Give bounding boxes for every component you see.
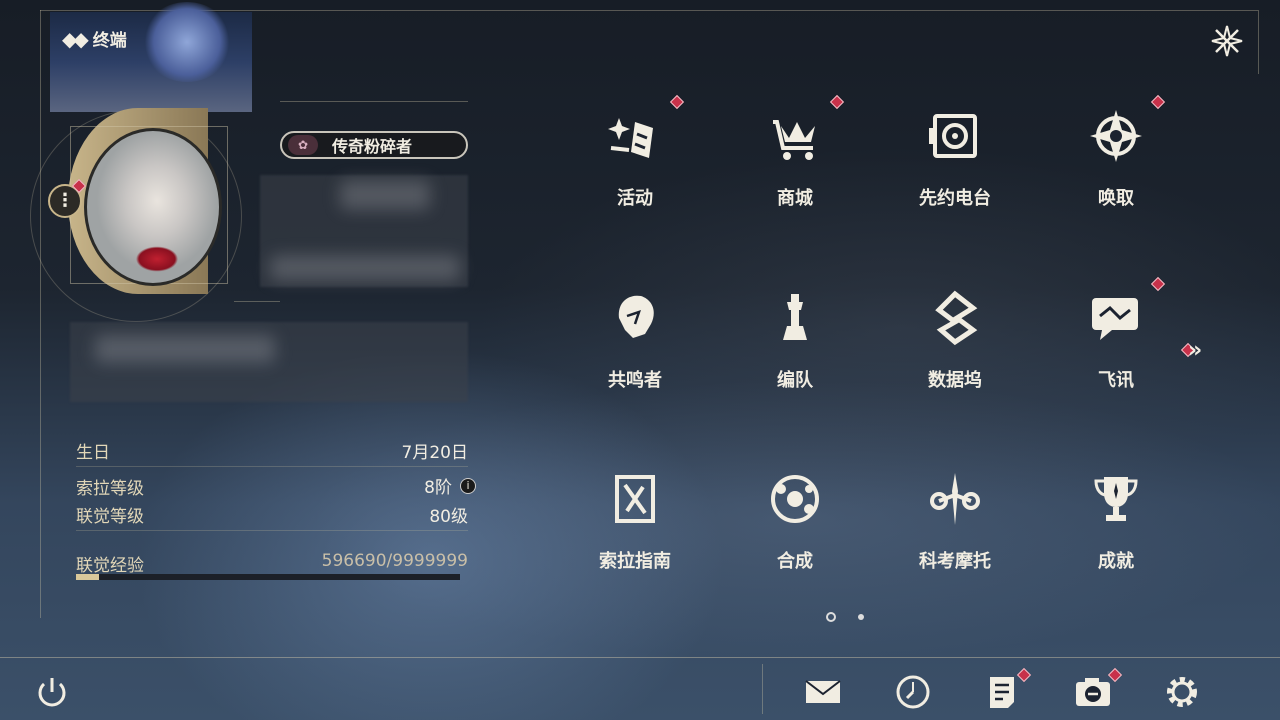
double-chevron-right-icon[interactable]: » bbox=[1188, 338, 1202, 363]
menu-item-9[interactable]: 索拉指南 bbox=[575, 471, 695, 611]
signature-blur bbox=[95, 335, 275, 363]
info-icon[interactable]: i bbox=[460, 477, 476, 494]
chat-bubble-icon bbox=[1092, 298, 1138, 340]
menu-item-label: 数据坞 bbox=[928, 370, 982, 391]
motorbike-icon bbox=[930, 473, 980, 525]
avatar[interactable] bbox=[84, 128, 222, 286]
menu-item-label: 科考摩托 bbox=[919, 551, 991, 572]
power-icon[interactable] bbox=[32, 672, 72, 712]
menu-item-label: 索拉指南 bbox=[599, 551, 671, 572]
union-level-label: 联觉等级 bbox=[76, 507, 144, 527]
frame-top-right-line bbox=[1258, 10, 1259, 74]
diamond-cluster-icon: ◆◆ bbox=[62, 26, 89, 51]
union-exp-bar-fill bbox=[76, 574, 100, 580]
menu-item-label: 编队 bbox=[777, 370, 813, 391]
sola-level-label: 索拉等级 bbox=[76, 479, 144, 499]
menu-item-6[interactable]: 编队 bbox=[735, 290, 855, 430]
crown-cart-icon bbox=[773, 120, 815, 160]
stats-divider bbox=[76, 466, 468, 467]
title-emblem-icon: ✿ bbox=[288, 135, 318, 155]
menu-item-11[interactable]: 科考摩托 bbox=[895, 471, 1015, 611]
trophy-icon bbox=[1094, 477, 1138, 521]
page-indicator bbox=[826, 612, 864, 622]
menu-item-3[interactable]: 先约电台 bbox=[895, 108, 1015, 248]
character-head-icon bbox=[618, 295, 654, 338]
chess-pieces-icon bbox=[783, 294, 807, 340]
menu-item-badge bbox=[1150, 276, 1166, 292]
data-dock-icon bbox=[935, 290, 978, 346]
camera-icon[interactable] bbox=[1073, 672, 1113, 712]
page-dot-2[interactable] bbox=[858, 614, 864, 620]
frame-left-line bbox=[40, 10, 41, 618]
union-level-value: 80级 bbox=[429, 507, 468, 527]
frame-top-line bbox=[40, 10, 1258, 11]
synthesis-icon bbox=[771, 475, 819, 523]
frame-avatar-divider bbox=[234, 301, 280, 302]
menu-item-4[interactable]: 唤取 bbox=[1056, 94, 1176, 248]
bottom-bar-divider bbox=[762, 664, 763, 714]
title-badge[interactable]: ✿ 传奇粉碎者 bbox=[280, 131, 468, 159]
birthday-label: 生日 bbox=[76, 443, 110, 463]
clock-icon[interactable] bbox=[893, 672, 933, 712]
menu-item-badge bbox=[669, 94, 685, 110]
menu-item-5[interactable]: 共鸣者 bbox=[575, 290, 695, 430]
menu-item-label: 商城 bbox=[777, 188, 813, 209]
radio-icon bbox=[929, 114, 977, 158]
menu-item-8[interactable]: 飞讯 bbox=[1056, 276, 1176, 430]
close-icon[interactable] bbox=[1208, 22, 1246, 60]
menu-item-label: 共鸣者 bbox=[608, 370, 662, 391]
guide-book-icon bbox=[615, 475, 655, 523]
menu-item-1[interactable]: 活动 bbox=[575, 94, 695, 248]
union-exp-label: 联觉经验 bbox=[76, 556, 144, 576]
sola-level-value: 8阶 bbox=[424, 478, 452, 498]
menu-item-label: 成就 bbox=[1098, 551, 1134, 572]
settings-icon[interactable] bbox=[1162, 672, 1202, 712]
sola-level-row-value: 8阶 i bbox=[424, 473, 476, 498]
compass-star-icon bbox=[1090, 110, 1142, 162]
menu-item-label: 飞讯 bbox=[1098, 370, 1134, 391]
notice-icon[interactable] bbox=[982, 672, 1022, 712]
union-exp-value: 596690/9999999 bbox=[321, 551, 468, 571]
birthday-value: 7月20日 bbox=[401, 443, 468, 463]
sparkle-flag-icon bbox=[608, 118, 653, 158]
frame-portrait-divider bbox=[280, 101, 468, 102]
menu-item-7[interactable]: 数据坞 bbox=[895, 290, 1015, 430]
player-id-blur bbox=[270, 255, 460, 281]
menu-item-label: 合成 bbox=[777, 551, 813, 572]
menu-item-label: 先约电台 bbox=[919, 188, 991, 209]
terminal-title: ◆◆ 终端 bbox=[62, 26, 127, 52]
menu-item-badge bbox=[1150, 94, 1166, 110]
player-name-blur bbox=[340, 180, 430, 210]
menu-item-badge bbox=[829, 94, 845, 110]
page-dot-1[interactable] bbox=[826, 612, 836, 622]
stats-divider-2 bbox=[76, 530, 468, 531]
mail-icon[interactable] bbox=[803, 672, 843, 712]
title-badge-text: 传奇粉碎者 bbox=[332, 137, 413, 156]
union-exp-bar bbox=[76, 574, 460, 580]
menu-item-2[interactable]: 商城 bbox=[735, 94, 855, 248]
terminal-title-text: 终端 bbox=[92, 31, 127, 51]
menu-item-label: 唤取 bbox=[1098, 188, 1134, 209]
menu-item-label: 活动 bbox=[617, 188, 653, 209]
menu-item-10[interactable]: 合成 bbox=[735, 471, 855, 611]
menu-item-12[interactable]: 成就 bbox=[1056, 471, 1176, 611]
